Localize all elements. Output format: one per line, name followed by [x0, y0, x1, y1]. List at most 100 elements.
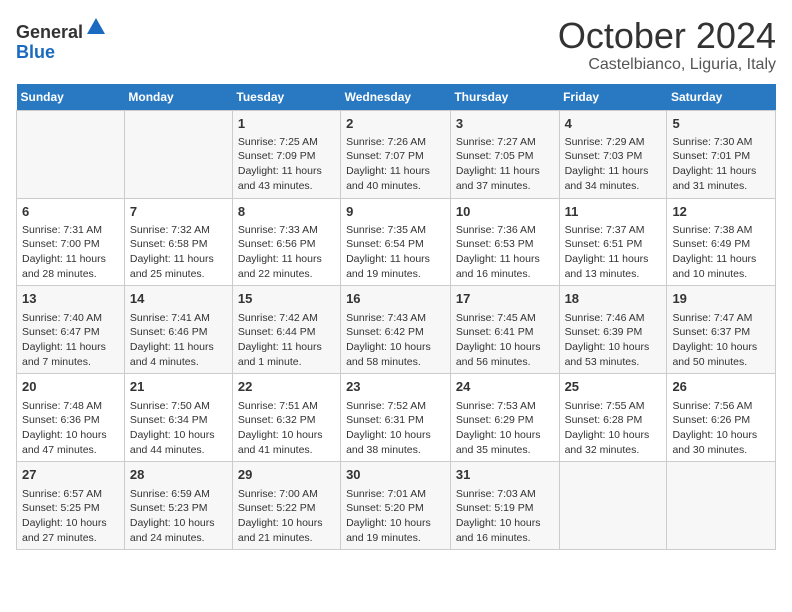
- week-row-4: 20 Sunrise: 7:48 AM Sunset: 6:36 PM Dayli…: [17, 374, 776, 462]
- week-row-2: 6Sunrise: 7:31 AM Sunset: 7:00 PM Daylig…: [17, 198, 776, 286]
- calendar-cell: 8Sunrise: 7:33 AM Sunset: 6:56 PM Daylig…: [232, 198, 340, 286]
- day-info: Sunrise: 7:29 AM Sunset: 7:03 PM Dayligh…: [565, 135, 662, 194]
- day-info: Sunrise: 7:26 AM Sunset: 7:07 PM Dayligh…: [346, 135, 445, 194]
- day-info: Sunrise: 7:40 AM Sunset: 6:47 PM Dayligh…: [22, 311, 119, 370]
- day-info: Sunrise: 7:53 AM Sunset: 6:29 PM Dayligh…: [456, 399, 554, 458]
- calendar-cell: 27 Sunrise: 6:57 AM Sunset: 5:25 PM Dayli…: [17, 462, 125, 550]
- day-header-saturday: Saturday: [667, 84, 776, 111]
- day-info: Sunrise: 7:30 AM Sunset: 7:01 PM Dayligh…: [672, 135, 770, 194]
- day-number: 9: [346, 203, 445, 221]
- day-info: Sunrise: 7:01 AM Sunset: 5:20 PM Dayligh…: [346, 487, 445, 546]
- calendar-cell: [17, 110, 125, 198]
- calendar-cell: 6Sunrise: 7:31 AM Sunset: 7:00 PM Daylig…: [17, 198, 125, 286]
- day-number: 22: [238, 378, 335, 396]
- day-number: 24: [456, 378, 554, 396]
- calendar-cell: 4 Sunrise: 7:29 AM Sunset: 7:03 PM Daylig…: [559, 110, 667, 198]
- day-header-thursday: Thursday: [450, 84, 559, 111]
- calendar-cell: 19 Sunrise: 7:47 AM Sunset: 6:37 PM Dayli…: [667, 286, 776, 374]
- day-info: Sunrise: 7:00 AM Sunset: 5:22 PM Dayligh…: [238, 487, 335, 546]
- day-number: 26: [672, 378, 770, 396]
- day-number: 4: [565, 115, 662, 133]
- day-info: Sunrise: 7:37 AM Sunset: 6:51 PM Dayligh…: [565, 223, 662, 282]
- logo-icon: [85, 16, 107, 38]
- calendar-cell: 16 Sunrise: 7:43 AM Sunset: 6:42 PM Dayli…: [341, 286, 451, 374]
- day-number: 30: [346, 466, 445, 484]
- day-info: Sunrise: 7:47 AM Sunset: 6:37 PM Dayligh…: [672, 311, 770, 370]
- calendar-cell: 23Sunrise: 7:52 AM Sunset: 6:31 PM Dayli…: [341, 374, 451, 462]
- calendar-cell: 14 Sunrise: 7:41 AM Sunset: 6:46 PM Dayli…: [124, 286, 232, 374]
- day-number: 7: [130, 203, 227, 221]
- calendar-cell: 3 Sunrise: 7:27 AM Sunset: 7:05 PM Daylig…: [450, 110, 559, 198]
- calendar-cell: 20 Sunrise: 7:48 AM Sunset: 6:36 PM Dayli…: [17, 374, 125, 462]
- day-number: 28: [130, 466, 227, 484]
- header-row: SundayMondayTuesdayWednesdayThursdayFrid…: [17, 84, 776, 111]
- calendar-cell: 1 Sunrise: 7:25 AM Sunset: 7:09 PM Daylig…: [232, 110, 340, 198]
- day-number: 5: [672, 115, 770, 133]
- day-info: Sunrise: 7:56 AM Sunset: 6:26 PM Dayligh…: [672, 399, 770, 458]
- day-number: 31: [456, 466, 554, 484]
- day-info: Sunrise: 6:57 AM Sunset: 5:25 PM Dayligh…: [22, 487, 119, 546]
- day-info: Sunrise: 7:43 AM Sunset: 6:42 PM Dayligh…: [346, 311, 445, 370]
- day-number: 21: [130, 378, 227, 396]
- day-info: Sunrise: 6:59 AM Sunset: 5:23 PM Dayligh…: [130, 487, 227, 546]
- day-number: 27: [22, 466, 119, 484]
- calendar-body: 1 Sunrise: 7:25 AM Sunset: 7:09 PM Daylig…: [17, 110, 776, 550]
- calendar-cell: 15Sunrise: 7:42 AM Sunset: 6:44 PM Dayli…: [232, 286, 340, 374]
- day-number: 17: [456, 290, 554, 308]
- day-number: 20: [22, 378, 119, 396]
- calendar-cell: 17Sunrise: 7:45 AM Sunset: 6:41 PM Dayli…: [450, 286, 559, 374]
- day-number: 10: [456, 203, 554, 221]
- day-header-monday: Monday: [124, 84, 232, 111]
- logo-general: General: [16, 22, 83, 42]
- month-title: October 2024: [558, 16, 776, 56]
- day-header-friday: Friday: [559, 84, 667, 111]
- calendar-cell: [124, 110, 232, 198]
- day-number: 12: [672, 203, 770, 221]
- day-info: Sunrise: 7:48 AM Sunset: 6:36 PM Dayligh…: [22, 399, 119, 458]
- day-info: Sunrise: 7:46 AM Sunset: 6:39 PM Dayligh…: [565, 311, 662, 370]
- calendar-cell: 13 Sunrise: 7:40 AM Sunset: 6:47 PM Dayli…: [17, 286, 125, 374]
- calendar-cell: 5 Sunrise: 7:30 AM Sunset: 7:01 PM Daylig…: [667, 110, 776, 198]
- calendar-cell: 24 Sunrise: 7:53 AM Sunset: 6:29 PM Dayli…: [450, 374, 559, 462]
- day-info: Sunrise: 7:41 AM Sunset: 6:46 PM Dayligh…: [130, 311, 227, 370]
- day-number: 14: [130, 290, 227, 308]
- day-header-wednesday: Wednesday: [341, 84, 451, 111]
- calendar-cell: 9 Sunrise: 7:35 AM Sunset: 6:54 PM Daylig…: [341, 198, 451, 286]
- day-info: Sunrise: 7:35 AM Sunset: 6:54 PM Dayligh…: [346, 223, 445, 282]
- week-row-1: 1 Sunrise: 7:25 AM Sunset: 7:09 PM Daylig…: [17, 110, 776, 198]
- day-header-sunday: Sunday: [17, 84, 125, 111]
- calendar-cell: 12Sunrise: 7:38 AM Sunset: 6:49 PM Dayli…: [667, 198, 776, 286]
- day-number: 13: [22, 290, 119, 308]
- day-number: 16: [346, 290, 445, 308]
- calendar-cell: 18Sunrise: 7:46 AM Sunset: 6:39 PM Dayli…: [559, 286, 667, 374]
- calendar-cell: 10 Sunrise: 7:36 AM Sunset: 6:53 PM Dayli…: [450, 198, 559, 286]
- day-number: 8: [238, 203, 335, 221]
- calendar-table: SundayMondayTuesdayWednesdayThursdayFrid…: [16, 84, 776, 551]
- day-info: Sunrise: 7:55 AM Sunset: 6:28 PM Dayligh…: [565, 399, 662, 458]
- day-number: 29: [238, 466, 335, 484]
- day-number: 25: [565, 378, 662, 396]
- calendar-cell: 21 Sunrise: 7:50 AM Sunset: 6:34 PM Dayli…: [124, 374, 232, 462]
- calendar-header: SundayMondayTuesdayWednesdayThursdayFrid…: [17, 84, 776, 111]
- calendar-cell: 28 Sunrise: 6:59 AM Sunset: 5:23 PM Dayli…: [124, 462, 232, 550]
- day-number: 1: [238, 115, 335, 133]
- day-number: 19: [672, 290, 770, 308]
- day-number: 2: [346, 115, 445, 133]
- calendar-cell: 2 Sunrise: 7:26 AM Sunset: 7:07 PM Daylig…: [341, 110, 451, 198]
- week-row-5: 27 Sunrise: 6:57 AM Sunset: 5:25 PM Dayli…: [17, 462, 776, 550]
- day-info: Sunrise: 7:25 AM Sunset: 7:09 PM Dayligh…: [238, 135, 335, 194]
- day-number: 11: [565, 203, 662, 221]
- day-number: 3: [456, 115, 554, 133]
- day-info: Sunrise: 7:50 AM Sunset: 6:34 PM Dayligh…: [130, 399, 227, 458]
- location: Castelbianco, Liguria, Italy: [558, 56, 776, 74]
- calendar-cell: 30 Sunrise: 7:01 AM Sunset: 5:20 PM Dayli…: [341, 462, 451, 550]
- day-info: Sunrise: 7:32 AM Sunset: 6:58 PM Dayligh…: [130, 223, 227, 282]
- day-info: Sunrise: 7:52 AM Sunset: 6:31 PM Dayligh…: [346, 399, 445, 458]
- calendar-cell: [667, 462, 776, 550]
- day-info: Sunrise: 7:31 AM Sunset: 7:00 PM Dayligh…: [22, 223, 119, 282]
- calendar-cell: 11 Sunrise: 7:37 AM Sunset: 6:51 PM Dayli…: [559, 198, 667, 286]
- day-info: Sunrise: 7:36 AM Sunset: 6:53 PM Dayligh…: [456, 223, 554, 282]
- calendar-cell: 31Sunrise: 7:03 AM Sunset: 5:19 PM Dayli…: [450, 462, 559, 550]
- day-info: Sunrise: 7:42 AM Sunset: 6:44 PM Dayligh…: [238, 311, 335, 370]
- day-info: Sunrise: 7:27 AM Sunset: 7:05 PM Dayligh…: [456, 135, 554, 194]
